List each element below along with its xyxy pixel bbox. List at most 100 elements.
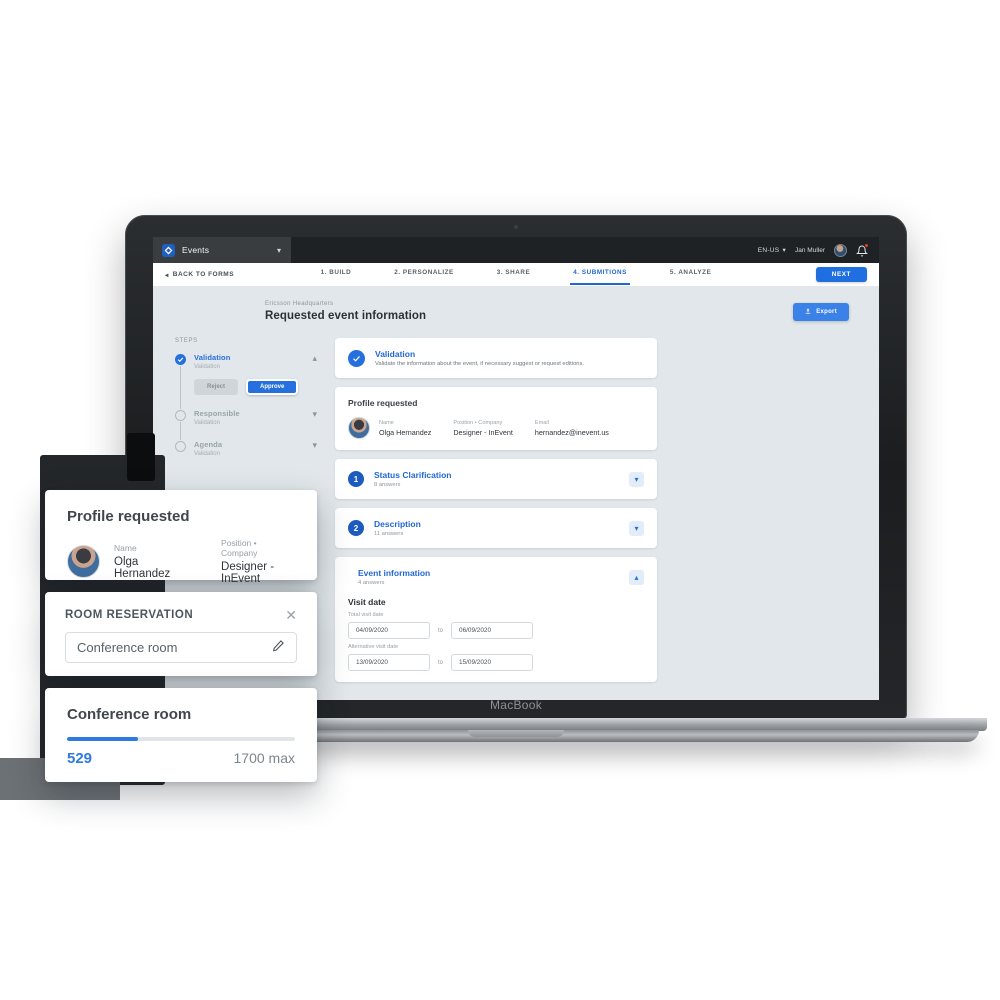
- profile-field-name: Name Olga Hernandez: [379, 420, 431, 437]
- app-title: Events: [182, 245, 210, 255]
- avatar[interactable]: [834, 243, 847, 257]
- export-icon: [805, 308, 811, 316]
- tab-personalize[interactable]: 2. PERSONALIZE: [394, 269, 453, 280]
- language-label: EN-US: [757, 246, 780, 254]
- event-information-body: Event information 4 answers ▴ Visit date…: [335, 557, 657, 682]
- chevron-down-icon[interactable]: ▾: [277, 246, 281, 255]
- step-item-responsible[interactable]: Responsible Validation ▾: [175, 409, 317, 440]
- language-selector[interactable]: EN-US ▾: [757, 246, 787, 255]
- notification-badge: [864, 242, 869, 248]
- room-reservation-label: ROOM RESERVATION: [65, 609, 194, 621]
- section-header[interactable]: Event information 4 answers ▴: [348, 568, 644, 586]
- room-name-input[interactable]: Conference room: [65, 632, 297, 663]
- close-icon[interactable]: ✕: [285, 608, 297, 622]
- page-title: Requested event information: [265, 310, 427, 322]
- capacity-progress-bar: [67, 737, 295, 741]
- chevron-down-icon[interactable]: ▾: [312, 410, 317, 426]
- total-visit-date-row: 04/09/2020 to 06/09/2020: [348, 622, 644, 639]
- step-item-agenda[interactable]: Agenda Validation ▾: [175, 440, 317, 471]
- approve-button[interactable]: Approve: [246, 379, 299, 395]
- tab-submitions[interactable]: 4. SUBMITIONS: [570, 269, 630, 285]
- validation-card-text: Validation Validate the information abou…: [375, 349, 584, 367]
- total-visit-date-from-input[interactable]: 04/09/2020: [348, 622, 430, 639]
- avatar: [348, 417, 370, 439]
- section-title: Description: [374, 519, 421, 529]
- caret-down-icon: ▾: [782, 247, 787, 254]
- export-label: Export: [816, 309, 837, 315]
- step-name: Agenda: [194, 440, 223, 449]
- next-button[interactable]: NEXT: [815, 267, 867, 282]
- room-name-value: Conference room: [77, 640, 178, 655]
- step-item-validation[interactable]: Validation Validation Reject Approve ▴: [175, 353, 317, 409]
- section-description[interactable]: 2 Description 11 answers ▾: [335, 508, 657, 548]
- check-circle-icon: [348, 349, 365, 367]
- overlay-profile-title: Profile requested: [67, 508, 190, 525]
- tab-share[interactable]: 3. SHARE: [497, 269, 530, 280]
- step-subtitle: Validation: [194, 364, 220, 370]
- profile-card-title: Profile requested: [348, 398, 418, 408]
- section-header: 2 Description 11 answers ▾: [335, 508, 657, 548]
- alternative-visit-date-to-input[interactable]: 15/09/2020: [451, 654, 534, 671]
- section-status-clarification[interactable]: 1 Status Clarification 8 answers ▾: [335, 459, 657, 499]
- overlay-field-name: Name Olga Hernandez: [114, 543, 179, 580]
- profile-field-email: Email hernandez@inevent.us: [535, 420, 609, 437]
- capacity-max: 1700 max: [233, 750, 295, 766]
- chevron-up-icon[interactable]: ▴: [312, 354, 317, 395]
- app-switcher[interactable]: Events ▾: [153, 237, 291, 263]
- total-visit-date-label: Total visit date: [348, 612, 384, 618]
- check-circle-icon: [175, 354, 186, 365]
- field-value: Designer - InEvent: [221, 561, 275, 585]
- chevron-down-icon[interactable]: ▾: [629, 520, 644, 536]
- step-text: Validation Validation Reject Approve: [194, 353, 304, 395]
- validation-title: Validation: [375, 349, 416, 359]
- step-rail: [180, 366, 181, 409]
- overlay-room-reservation-card: ROOM RESERVATION ✕ Conference room: [45, 592, 317, 676]
- field-value: Olga Hernandez: [379, 427, 432, 437]
- field-label: Position • Company: [221, 538, 258, 558]
- step-rail: [180, 422, 181, 440]
- overlay-capacity-card: Conference room 529 1700 max: [45, 688, 317, 782]
- user-name[interactable]: Jan Muller: [795, 247, 825, 254]
- total-visit-date-to-input[interactable]: 06/09/2020: [451, 622, 534, 639]
- wizard-steps: 1. BUILD 2. PERSONALIZE 3. SHARE 4. SUBM…: [321, 269, 712, 285]
- capacity-room-title: Conference room: [67, 706, 192, 723]
- arrow-left-icon: ◂: [165, 271, 169, 279]
- step-name: Validation: [194, 353, 231, 362]
- pencil-icon[interactable]: [272, 639, 285, 657]
- alternative-visit-date-from-input[interactable]: 13/09/2020: [348, 654, 430, 671]
- device-frame-edge: [127, 433, 155, 481]
- export-button[interactable]: Export: [793, 303, 849, 321]
- section-text: Status Clarification 8 answers: [374, 470, 451, 488]
- profile-requested-card: Profile requested Name Olga Hernandez Po…: [335, 387, 657, 450]
- field-label: Name: [379, 419, 394, 426]
- avatar: [67, 545, 100, 578]
- visit-date-title: Visit date: [348, 597, 386, 607]
- notification-bell-icon[interactable]: [855, 242, 869, 257]
- section-number: 2: [348, 520, 364, 536]
- chevron-up-icon[interactable]: ▴: [629, 569, 644, 585]
- to-label: to: [438, 659, 444, 666]
- chevron-down-icon[interactable]: ▾: [629, 471, 644, 487]
- laptop-notch: [468, 730, 564, 737]
- section-number: 1: [348, 471, 364, 487]
- back-to-forms-button[interactable]: ◂ BACK TO FORMS: [165, 271, 234, 279]
- to-label: to: [438, 627, 444, 634]
- overlay-field-position: Position • Company Designer - InEvent: [221, 538, 295, 585]
- breadcrumb: Ericsson Headquarters: [265, 301, 334, 307]
- section-answers: 8 answers: [374, 482, 401, 488]
- step-subtitle: Validation: [194, 420, 220, 426]
- section-text: Description 11 answers: [374, 519, 421, 537]
- section-answers: 11 answers: [374, 531, 404, 537]
- app-bar-right: EN-US ▾ Jan Muller: [757, 242, 879, 257]
- step-subtitle: Validation: [194, 451, 220, 457]
- tab-analyze[interactable]: 5. ANALYZE: [670, 269, 711, 280]
- steps-heading: STEPS: [175, 338, 198, 344]
- reject-button[interactable]: Reject: [194, 379, 239, 395]
- field-value: hernandez@inevent.us: [534, 427, 609, 437]
- section-title: Event information: [358, 568, 431, 578]
- inevent-logo-icon: [162, 243, 175, 257]
- alternative-visit-date-label: Alternative visit date: [348, 644, 399, 650]
- tab-build[interactable]: 1. BUILD: [321, 269, 352, 280]
- visit-date-group: Visit date Total visit date 04/09/2020 t…: [348, 597, 644, 671]
- chevron-down-icon[interactable]: ▾: [312, 441, 317, 457]
